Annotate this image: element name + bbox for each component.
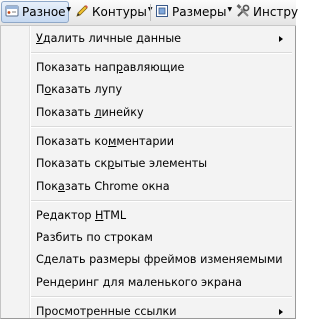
menu-item[interactable]: Показать направляющие: [1, 57, 295, 79]
menu-item-label-after: ментарии: [116, 134, 175, 148]
menu-item-label: Просмотренные ссылки: [36, 301, 177, 323]
resize-icon: [155, 4, 169, 21]
misc-icon: [5, 4, 19, 21]
outlines-menu-label: Контуры: [92, 5, 147, 19]
misc-menu-label: Разное: [22, 5, 66, 19]
submenu-arrow-icon: [279, 308, 283, 315]
pencil-icon: [75, 4, 89, 21]
menu-item[interactable]: Просмотренные ссылки: [1, 301, 295, 323]
menu-item[interactable]: Разбить по строкам: [1, 227, 295, 249]
toolbar: Разное ▼ Контуры ▼ Размеры ▼: [0, 0, 299, 26]
sizes-menu-button[interactable]: Размеры ▼: [152, 1, 232, 23]
menu-item-label: Показать скрытые элементы: [36, 153, 207, 175]
menu-item-label-underline: р: [115, 61, 123, 74]
menu-item[interactable]: Редактор HTML: [1, 205, 295, 227]
menu-separator: [31, 126, 292, 129]
menu-separator: [31, 296, 292, 299]
menu-item-label-before: Разбить по строкам: [36, 231, 153, 244]
menu-item-label-before: Показать нап: [36, 61, 116, 74]
menu-item[interactable]: Показать Chrome окна: [1, 176, 295, 198]
menu-item[interactable]: Показать линейку: [1, 102, 295, 124]
menu-item-label: Сделать размеры фреймов изменяемыми: [36, 249, 283, 271]
menu-item-label-after: казать лупу: [51, 83, 123, 97]
tools-menu-button[interactable]: Инстру: [233, 1, 299, 23]
menu-item-label-underline: л: [94, 105, 102, 119]
menu-item[interactable]: Сделать размеры фреймов изменяемыми: [1, 249, 295, 271]
menu-item-label-underline: У: [36, 32, 43, 45]
menu-separator: [31, 200, 292, 202]
menu-item-label: Показать направляющие: [36, 57, 184, 79]
menu-item-label: Удалить личные данные: [36, 28, 181, 50]
menu-item[interactable]: Показать лупу: [1, 79, 295, 101]
menu-item-label: Показать Chrome окна: [36, 176, 170, 198]
menu-item-label-after: ытые элементы: [114, 157, 208, 171]
menu-item-label-before: Показать ск: [36, 157, 108, 171]
menu-item-label: Показать линейку: [36, 102, 144, 124]
menu-item-label-after: TML: [103, 208, 127, 222]
menu-item-label: Рендеринг для маленького экрана: [36, 272, 242, 294]
dropdown-caret-icon: ▼: [66, 5, 72, 13]
menu-item[interactable]: Показать комментарии: [1, 131, 295, 153]
sizes-menu-label: Размеры: [172, 5, 227, 19]
tools-menu-label: Инстру: [253, 5, 299, 19]
menu-item-label-underline: а: [58, 179, 65, 193]
menu-item-label-before: Пок: [36, 179, 59, 193]
outlines-menu-button[interactable]: Контуры ▼: [72, 1, 153, 23]
dropdown-caret-icon: ▼: [227, 5, 233, 13]
menu-item-label-before: Редактор: [36, 208, 95, 222]
menu-item-label-after: зать Chrome окна: [64, 179, 170, 193]
menu-item-label-before: Просмотренные ссылки: [36, 304, 177, 318]
misc-dropdown-menu: Удалить личные данные Показать направляющ…: [0, 26, 296, 319]
menu-item[interactable]: Рендеринг для маленького экрана: [1, 272, 295, 294]
submenu-arrow-icon: [279, 36, 283, 42]
menu-item-label: Разбить по строкам: [36, 227, 153, 249]
menu-item-label: Показать комментарии: [36, 131, 174, 153]
misc-menu-button[interactable]: Разное ▼: [1, 1, 72, 23]
menu-item-label-before: Сделать размеры фреймов изменяемыми: [36, 253, 283, 267]
menu-item[interactable]: Удалить личные данные: [1, 28, 295, 50]
menu-item-label-before: Показать: [36, 105, 95, 119]
menu-item-label-after: далить личные данные: [42, 32, 182, 45]
menu-item-label-before: Рендеринг для маленького экрана: [36, 275, 242, 289]
menu-item-label-after: инейку: [101, 105, 144, 119]
menu-item-label-before: Показать ко: [36, 134, 108, 148]
tools-icon: [236, 3, 250, 21]
menu-item-label: Редактор HTML: [36, 205, 126, 227]
toolbar-separator: [150, 4, 151, 21]
menu-item-label: Показать лупу: [36, 79, 122, 101]
menu-item[interactable]: Показать скрытые элементы: [1, 153, 295, 175]
menu-item-label-after: авляющие: [122, 61, 185, 74]
menu-separator: [31, 52, 292, 55]
